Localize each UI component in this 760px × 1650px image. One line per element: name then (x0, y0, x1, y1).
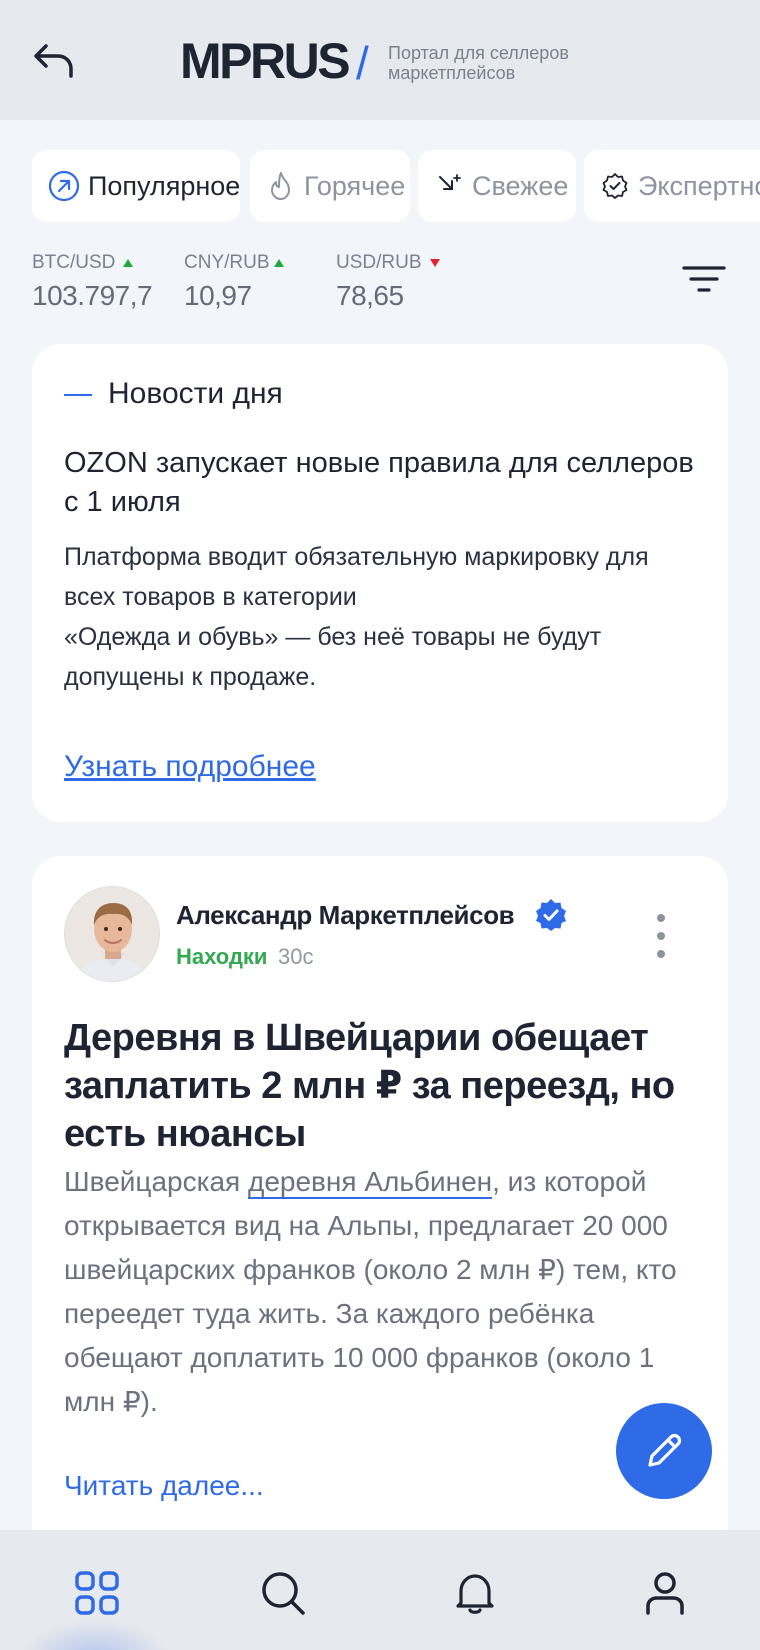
rate-pair: USD/RUB (336, 252, 422, 273)
tab-popular[interactable]: Популярное (32, 150, 240, 222)
rate-btc-usd: BTC/USD 103.797,7 (32, 252, 192, 312)
category-tabs: Популярное Горячее Свежее Экспертное (32, 150, 760, 222)
search-icon (262, 1572, 305, 1615)
tab-fresh[interactable]: Свежее (418, 150, 576, 222)
rate-usd-rub: USD/RUB 78,65 (336, 252, 496, 312)
trend-down-icon (429, 259, 440, 267)
news-body-line1: Платформа вводит обязательную маркировку… (64, 543, 649, 611)
news-of-day-card: Новости дня OZON запускает новые правила… (32, 344, 728, 822)
post-title[interactable]: Деревня в Швейцарии обещает заплатить 2 … (64, 1014, 704, 1158)
tab-label: Свежее (472, 170, 569, 201)
post-time: 30с (278, 944, 314, 969)
tab-hot[interactable]: Горячее (250, 150, 410, 222)
author-photo (65, 887, 159, 981)
filter-icon (682, 266, 726, 292)
tagline: Портал для селлеров маркетплейсов (388, 43, 569, 83)
back-button[interactable] (32, 38, 80, 86)
post-body-end: , из которой открывается вид на Альпы, п… (64, 1166, 677, 1417)
tab-label: Экспертное (638, 170, 760, 201)
rate-value: 78,65 (336, 280, 404, 311)
grid-icon (75, 1571, 119, 1615)
rate-pair: BTC/USD (32, 252, 116, 273)
tab-expert[interactable]: Экспертное (584, 150, 760, 222)
badge-check-icon (602, 173, 628, 199)
learn-more-link[interactable]: Узнать подробнее (64, 750, 316, 784)
more-options-button[interactable] (650, 912, 672, 960)
author-name[interactable]: Александр Маркетплейсов (176, 900, 515, 931)
top-bar: MPRUS / Портал для селлеров маркетплейсо… (0, 0, 760, 120)
sparkle-arrow-icon (439, 174, 461, 190)
filter-button[interactable] (678, 262, 730, 298)
logo[interactable]: MPRUS (180, 32, 351, 90)
rate-pair: CNY/RUB (184, 252, 270, 273)
nav-profile[interactable] (642, 1570, 688, 1616)
profile-icon (646, 1572, 684, 1615)
news-title[interactable]: OZON запускает новые правила для селлеро… (64, 444, 704, 522)
post-body: Швейцарская деревня Альбинен, из которой… (64, 1160, 704, 1424)
back-arrow-icon (34, 44, 73, 78)
post-body-start: Швейцарская (64, 1166, 248, 1197)
tab-label: Популярное (88, 170, 241, 201)
news-section-title: Новости дня (108, 377, 283, 410)
post-category[interactable]: Находки (176, 944, 267, 970)
news-body-line2: «Одежда и обувь» — без неё товары не буд… (64, 623, 602, 691)
rate-value: 10,97 (184, 280, 252, 311)
nav-search[interactable] (260, 1570, 306, 1616)
logo-slash: / (356, 37, 369, 89)
verified-badge-icon (536, 899, 566, 931)
nav-home[interactable] (74, 1570, 120, 1616)
trending-circle-icon (48, 170, 80, 202)
trend-up-icon (123, 259, 134, 267)
compose-button[interactable] (616, 1403, 712, 1499)
rate-cny-rub: CNY/RUB 10,97 (184, 252, 344, 312)
section-dash (64, 394, 92, 396)
nav-notifications[interactable] (452, 1570, 498, 1616)
tab-label: Горячее (304, 170, 406, 201)
flame-icon (271, 172, 290, 200)
rate-value: 103.797,7 (32, 280, 153, 311)
read-more-link[interactable]: Читать далее... (64, 1470, 264, 1502)
more-vertical-icon (657, 914, 665, 958)
news-body: Платформа вводит обязательную маркировку… (64, 537, 704, 697)
trend-up-icon (273, 259, 284, 267)
bell-icon (456, 1574, 494, 1614)
inline-link-albinen[interactable]: деревня Альбинен (248, 1166, 493, 1199)
avatar[interactable] (64, 886, 160, 982)
pencil-icon (648, 1433, 682, 1467)
